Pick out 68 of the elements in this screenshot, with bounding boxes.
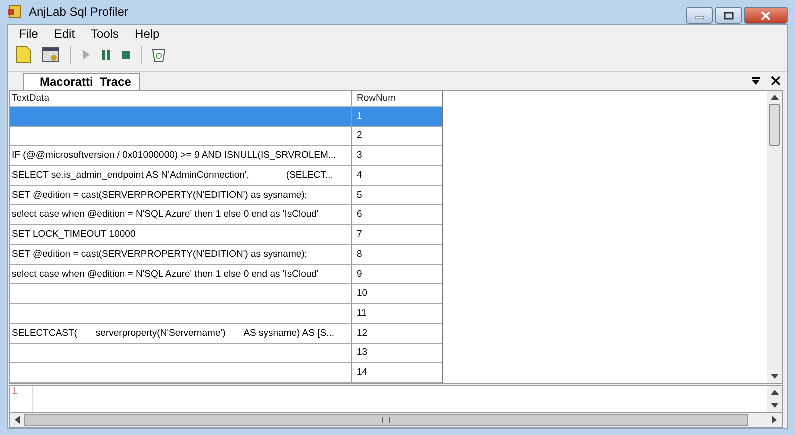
dropdown-icon[interactable] [751, 76, 761, 86]
horizontal-scrollbar[interactable] [9, 413, 783, 428]
table-row[interactable]: 13 [10, 344, 442, 364]
table-cell-text: 4 [356, 168, 364, 183]
table-cell: SELECT se.is_admin_endpoint AS N'AdminConnection', (SELECT... [10, 166, 352, 185]
down-arrow-icon[interactable] [770, 403, 778, 408]
table-cell: select case when @edition = N'SQL Azure' then 1 else 0 end as 'IsCloud' [10, 205, 352, 224]
app-icon [7, 4, 23, 20]
table-cell-text: 10 [356, 287, 369, 302]
right-arrow-icon[interactable] [772, 416, 778, 424]
table-cell: SET LOCK_TIMEOUT 10000 [10, 225, 352, 244]
menu-item[interactable]: Edit [46, 27, 84, 41]
vertical-scrollbar[interactable] [767, 386, 782, 412]
table-row[interactable]: 14 [10, 363, 442, 384]
close-button[interactable] [744, 7, 788, 24]
line-number: 1 [11, 386, 18, 397]
table-cell: select case when @edition = N'SQL Azure' then 1 else 0 end as 'IsCloud' [10, 264, 352, 284]
table-row[interactable]: select case when @edition = N'SQL Azure' then 1 else 0 end as 'IsCloud' 6 [10, 205, 442, 226]
table-row[interactable]: 2 [10, 126, 442, 146]
window-title: AnjLab Sql Profiler [29, 5, 128, 19]
document-tab[interactable]: Macoratti_Trace [23, 73, 140, 90]
table-row[interactable]: SELECTCAST( serverproperty(N'Servername') AS sysname) AS [S... 12 [10, 324, 442, 344]
trash-icon[interactable] [152, 47, 166, 63]
table-cell-text: 14 [356, 366, 369, 380]
table-cell-text: 1 [356, 110, 364, 124]
menu-item[interactable]: File [11, 27, 46, 41]
close-icon[interactable] [771, 76, 781, 86]
up-arrow-icon[interactable] [770, 390, 778, 395]
table-cell-text: 9 [356, 268, 364, 282]
maximize-button[interactable] [715, 7, 742, 24]
table-row[interactable]: select case when @edition = N'SQL Azure' then 1 else 0 end as 'IsCloud' 9 [10, 264, 442, 284]
window-icon[interactable] [42, 46, 60, 64]
table-cell: SET @edition = cast(SERVERPROPERTY(N'EDITION') as sysname); [10, 244, 352, 264]
new-document-icon[interactable] [16, 46, 32, 64]
stop-icon[interactable] [121, 50, 131, 60]
table-row[interactable]: SET LOCK_TIMEOUT 10000 7 [10, 225, 442, 245]
column-header[interactable]: TextData [10, 91, 352, 106]
table-cell-text: 11 [356, 306, 368, 321]
menu-item[interactable]: Help [127, 27, 168, 41]
pause-icon[interactable] [101, 49, 111, 61]
table-row[interactable]: 11 [10, 304, 442, 324]
left-arrow-icon[interactable] [14, 416, 20, 424]
table-row[interactable]: SET @edition = cast(SERVERPROPERTY(N'EDITION') as sysname); 5 [10, 186, 442, 206]
table-cell-text: 8 [356, 248, 364, 262]
table-cell: SELECTCAST( serverproperty(N'Servername') AS sysname) AS [S... [10, 324, 352, 343]
table-cell: IF (@@microsoftversion / 0x01000000) >= 9 AND ISNULL(IS_SRVROLEM... [10, 146, 352, 165]
down-arrow-icon[interactable] [770, 374, 778, 380]
table-cell: SET @edition = cast(SERVERPROPERTY(N'EDITION') as sysname); [10, 186, 352, 204]
table-cell-text: 7 [356, 228, 364, 242]
menu-item[interactable]: Tools [83, 27, 128, 41]
table-cell-text: 12 [356, 326, 369, 341]
table-cell-text: 3 [356, 149, 364, 164]
table-cell-text: 5 [356, 188, 364, 203]
table-row[interactable]: SELECT se.is_admin_endpoint AS N'AdminConnection', (SELECT... 4 [10, 166, 442, 186]
maximize-icon [724, 12, 734, 20]
column-header[interactable]: RowNum [352, 91, 442, 106]
table-cell-text: 13 [356, 346, 369, 360]
up-arrow-icon[interactable] [770, 94, 778, 100]
table-row[interactable]: IF (@@microsoftversion / 0x01000000) >= 9 AND ISNULL(IS_SRVROLEM... 3 [10, 146, 442, 166]
table-row[interactable]: SET @edition = cast(SERVERPROPERTY(N'EDITION') as sysname); 8 [10, 244, 442, 265]
minimize-button[interactable] [686, 7, 713, 24]
close-icon [761, 12, 771, 20]
table-cell-text: 2 [356, 129, 364, 144]
table-row[interactable]: 10 [10, 284, 442, 304]
scroll-thumb[interactable] [769, 104, 780, 146]
vertical-scrollbar[interactable] [767, 91, 782, 383]
table-cell-text: 6 [356, 208, 364, 222]
scroll-thumb[interactable] [24, 414, 748, 426]
